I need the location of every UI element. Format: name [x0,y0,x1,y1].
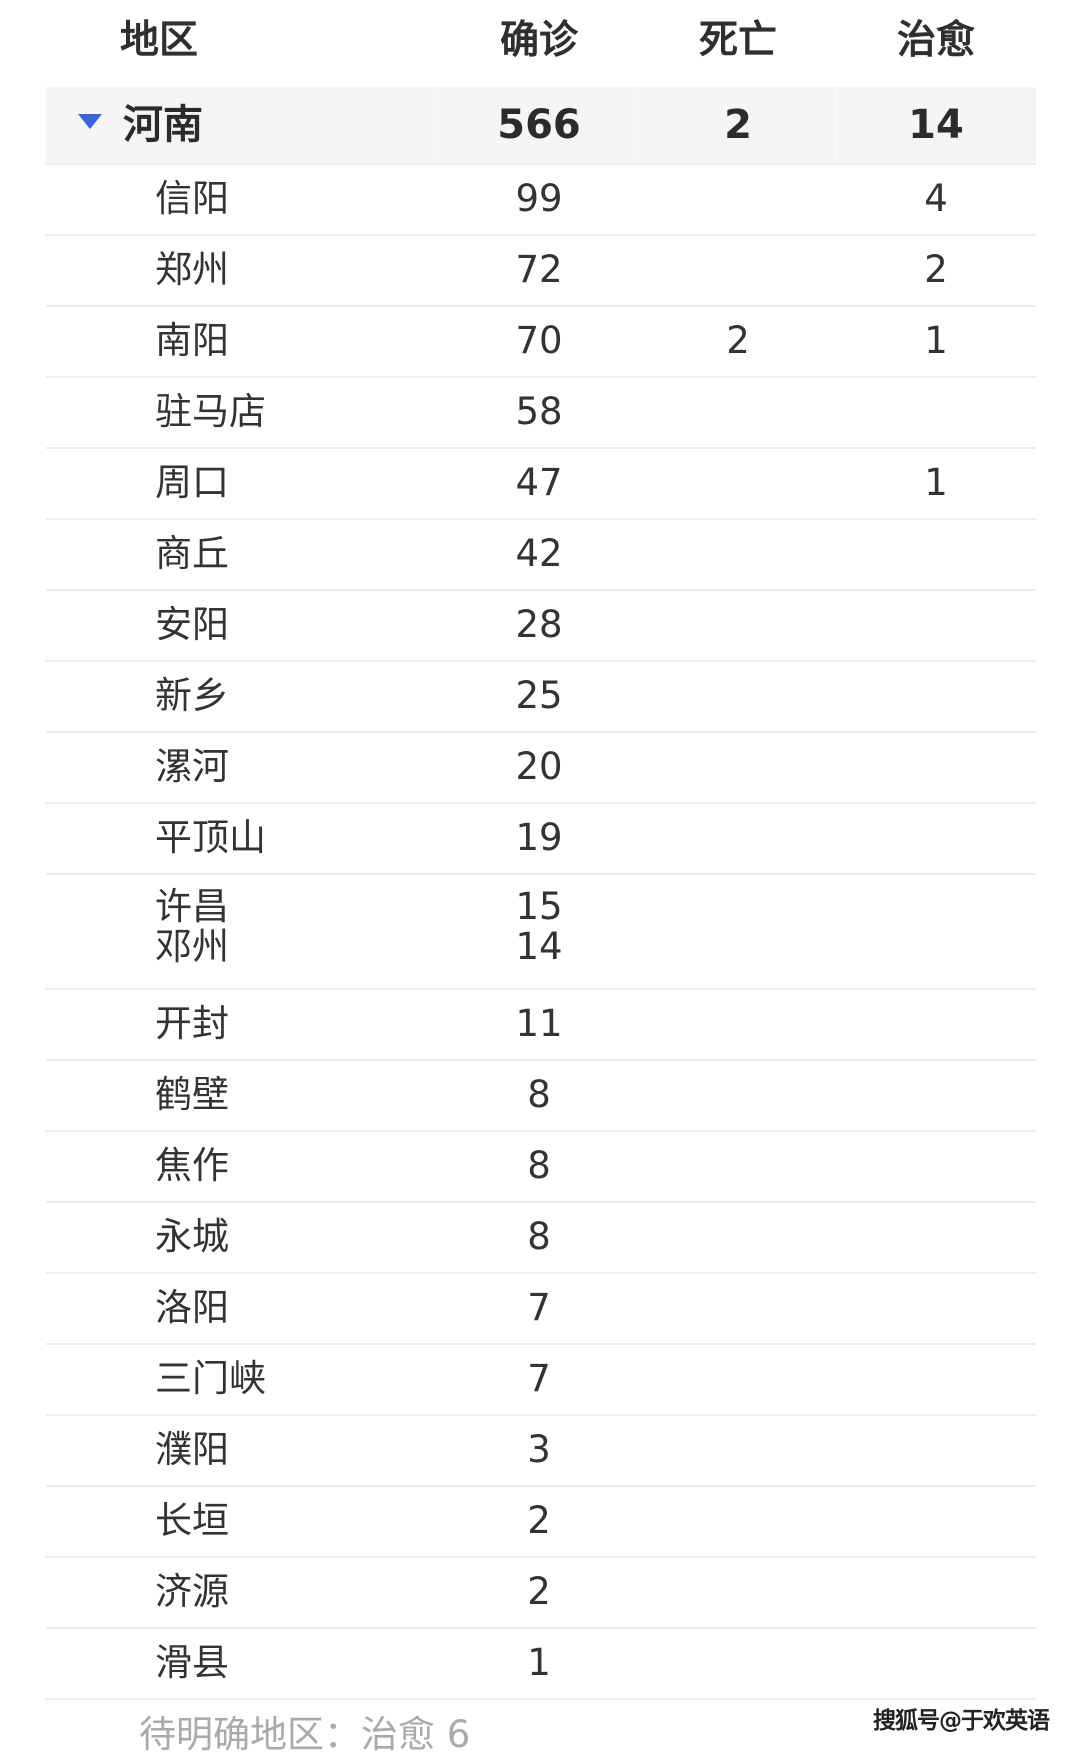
city-name: 南阳 [155,319,229,362]
city-name: 信阳 [155,177,229,220]
table-row[interactable]: 新乡 25 [46,662,1036,733]
table-row[interactable]: 长垣 2 [46,1487,1036,1558]
confirmed-count: 1 [527,1641,551,1684]
triangle-down-icon[interactable] [78,114,102,129]
table-row[interactable]: 郑州 72 2 [46,236,1036,307]
confirmed-count: 2 [527,1499,551,1542]
confirmed-count: 99 [515,177,563,220]
confirmed-count: 47 [515,461,563,504]
confirmed-count: 25 [515,674,563,717]
table-row[interactable]: 鹤壁 8 [46,1061,1036,1132]
confirmed-count: 11 [515,1002,563,1045]
confirmed-count: 19 [515,816,563,859]
table-row[interactable]: 许昌 邓州 15 14 [46,875,1036,990]
recovered-count: 1 [924,319,948,362]
confirmed-count: 2 [527,1570,551,1613]
table-row[interactable]: 平顶山 19 [46,804,1036,875]
confirmed-count: 58 [515,390,563,433]
header-recovered[interactable]: 治愈 [897,18,975,64]
table-row[interactable]: 洛阳 7 [46,1274,1036,1345]
city-name-group: 许昌 邓州 [155,887,229,967]
header-confirmed[interactable]: 确诊 [500,18,578,64]
confirmed-count: 70 [515,319,563,362]
province-recovered: 14 [908,102,964,148]
city-name: 濮阳 [155,1428,229,1471]
table-row[interactable]: 焦作 8 [46,1132,1036,1203]
header-deaths[interactable]: 死亡 [699,18,777,64]
confirmed-count: 14 [515,925,563,968]
city-name: 鹤壁 [155,1073,229,1116]
recovered-count: 1 [924,461,948,504]
confirmed-count: 28 [515,603,563,646]
table-row[interactable]: 漯河 20 [46,733,1036,804]
city-name: 焦作 [155,1144,229,1187]
city-name: 三门峡 [155,1357,266,1400]
city-name: 滑县 [155,1641,229,1684]
province-deaths: 2 [724,102,752,148]
city-name: 开封 [155,1002,229,1045]
city-list: 信阳 99 4 郑州 72 2 南阳 70 2 1 驻马店 58 周口 47 1 商丘 42 安阳 28 新乡 25 漯河… [46,165,1036,1700]
confirmed-count: 8 [527,1073,551,1116]
city-name: 周口 [155,461,229,504]
table-row[interactable]: 安阳 28 [46,591,1036,662]
city-name: 商丘 [155,532,229,575]
confirmed-count: 15 [515,885,563,928]
recovered-count: 2 [924,248,948,291]
pending-region-note: 待明确地区：治愈 6 [139,1713,471,1756]
table-row[interactable]: 三门峡 7 [46,1345,1036,1416]
table-row[interactable]: 开封 11 [46,990,1036,1061]
confirmed-count: 3 [527,1428,551,1471]
table-row[interactable]: 信阳 99 4 [46,165,1036,236]
confirmed-count: 7 [527,1286,551,1329]
table-row[interactable]: 济源 2 [46,1558,1036,1629]
city-name: 洛阳 [155,1286,229,1329]
table-row[interactable]: 南阳 70 2 1 [46,307,1036,378]
city-name: 郑州 [155,248,229,291]
confirmed-count: 8 [527,1144,551,1187]
city-name: 漯河 [155,745,229,788]
confirmed-count: 20 [515,745,563,788]
city-name: 新乡 [155,674,229,717]
confirmed-count: 7 [527,1357,551,1400]
column-divider [835,87,836,163]
city-name: 邓州 [155,925,229,968]
city-name: 安阳 [155,603,229,646]
table-row[interactable]: 周口 47 1 [46,449,1036,520]
table-row[interactable]: 滑县 1 [46,1629,1036,1700]
province-confirmed: 566 [497,102,581,148]
city-name: 永城 [155,1215,229,1258]
city-name: 济源 [155,1570,229,1613]
table-row[interactable]: 永城 8 [46,1203,1036,1274]
confirmed-count: 72 [515,248,563,291]
province-name: 河南 [123,102,203,148]
city-name: 驻马店 [155,390,266,433]
header-region[interactable]: 地区 [120,18,198,64]
watermark: 搜狐号@于欢英语 [873,1708,1050,1734]
confirmed-group: 15 14 [515,887,562,967]
province-row-henan[interactable]: 河南 566 2 14 [46,87,1036,165]
column-divider [437,87,438,163]
city-name: 许昌 [155,885,229,928]
table-row[interactable]: 商丘 42 [46,520,1036,591]
city-name: 平顶山 [155,816,266,859]
recovered-count: 4 [924,177,948,220]
column-divider [637,87,638,163]
city-name: 长垣 [155,1499,229,1542]
table-header: 地区 确诊 死亡 治愈 [46,0,1036,87]
confirmed-count: 8 [527,1215,551,1258]
deaths-count: 2 [726,319,750,362]
table-row[interactable]: 驻马店 58 [46,378,1036,449]
confirmed-count: 42 [515,532,563,575]
table-row[interactable]: 濮阳 3 [46,1416,1036,1487]
